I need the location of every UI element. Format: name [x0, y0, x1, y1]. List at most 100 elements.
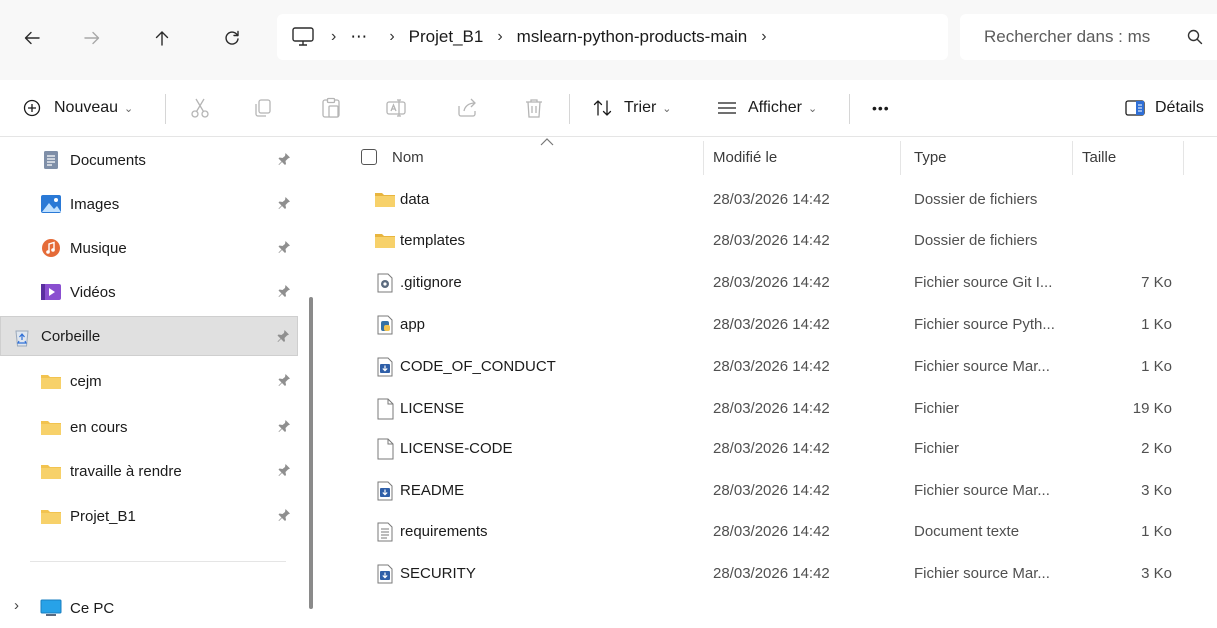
sidebar-item-recycle-bin[interactable]: Corbeille [0, 316, 298, 356]
pin-icon[interactable] [276, 462, 292, 478]
file-row[interactable]: LICENSE-CODE 28/03/2026 14:42 Fichier 2 … [320, 429, 1217, 470]
view-lines-icon [718, 102, 736, 114]
breadcrumb-current-folder[interactable]: mslearn-python-products-main [517, 27, 748, 47]
file-size: 3 Ko [1141, 482, 1172, 499]
navigation-pane: Documents Images Musique Vidéos Corbeill… [0, 137, 320, 628]
column-header-name[interactable]: Nom [392, 137, 424, 177]
file-name: requirements [400, 523, 488, 540]
file-size: 1 Ko [1141, 358, 1172, 375]
file-name: .gitignore [400, 274, 462, 291]
sidebar-item-label: Corbeille [41, 327, 101, 345]
videos-icon [40, 282, 62, 302]
file-row[interactable]: requirements 28/03/2026 14:42 Document t… [320, 512, 1217, 553]
arrow-right-icon [84, 31, 100, 45]
up-button[interactable] [148, 24, 176, 52]
search-box[interactable]: Rechercher dans : ms [960, 14, 1217, 60]
expand-chevron-icon[interactable]: › [14, 597, 19, 614]
more-options-button[interactable]: ••• [872, 80, 890, 136]
file-type: Dossier de fichiers [914, 232, 1038, 249]
address-bar[interactable]: › ⋯ › Projet_B1 › mslearn-python-product… [277, 14, 948, 60]
sidebar-item-videos[interactable]: Vidéos [30, 272, 300, 312]
sidebar-item-en-cours[interactable]: en cours [30, 407, 300, 447]
file-name: README [400, 482, 465, 499]
column-divider[interactable] [703, 141, 704, 175]
column-header-size[interactable]: Taille [1082, 137, 1116, 177]
sidebar-item-travaille-a-rendre[interactable]: travaille à rendre [30, 451, 300, 491]
column-divider[interactable] [1072, 141, 1073, 175]
file-size: 7 Ko [1141, 274, 1172, 291]
sidebar-item-label: cejm [70, 372, 102, 390]
pin-icon[interactable] [276, 507, 292, 523]
file-row[interactable]: templates 28/03/2026 14:42 Dossier de fi… [320, 221, 1217, 262]
folder-icon [40, 371, 62, 391]
breadcrumb-overflow[interactable]: ⋯ [350, 27, 367, 47]
file-size: 1 Ko [1141, 316, 1172, 333]
sidebar-item-cejm[interactable]: cejm [30, 361, 300, 401]
folder-icon [374, 230, 396, 252]
address-row: › ⋯ › Projet_B1 › mslearn-python-product… [0, 0, 1217, 80]
file-type: Fichier [914, 400, 960, 417]
file-date: 28/03/2026 14:42 [713, 523, 830, 540]
details-button[interactable]: Détails [1124, 80, 1204, 136]
sort-button[interactable]: Trier ⌄ [592, 80, 672, 136]
search-icon[interactable] [1186, 28, 1204, 51]
file-date: 28/03/2026 14:42 [713, 565, 830, 582]
sidebar-item-documents[interactable]: Documents [30, 140, 300, 180]
pin-icon[interactable] [276, 239, 292, 255]
pin-icon[interactable] [276, 372, 292, 388]
documents-icon [40, 150, 62, 170]
sidebar-item-music[interactable]: Musique [30, 228, 300, 268]
file-list: Nom Modifié le Type Taille data 28/03/20… [320, 137, 1217, 628]
column-divider[interactable] [900, 141, 901, 175]
file-row[interactable]: SECURITY 28/03/2026 14:42 Fichier source… [320, 554, 1217, 595]
chevron-down-icon: ⌄ [662, 102, 672, 115]
sidebar-item-label: Musique [70, 239, 127, 257]
copy-icon[interactable] [251, 96, 275, 120]
toolbar-divider [569, 94, 570, 124]
sidebar-item-label: travaille à rendre [70, 462, 182, 480]
sidebar-item-images[interactable]: Images [30, 184, 300, 224]
paste-icon[interactable] [319, 96, 343, 120]
file-name: app [400, 316, 426, 333]
column-header-type[interactable]: Type [914, 137, 947, 177]
search-placeholder: Rechercher dans : ms [984, 27, 1151, 46]
chevron-down-icon: ⌄ [124, 102, 134, 115]
select-all-checkbox[interactable] [361, 149, 377, 165]
pin-icon[interactable] [276, 283, 292, 299]
view-button[interactable]: Afficher ⌄ [716, 80, 817, 136]
file-row[interactable]: .gitignore 28/03/2026 14:42 Fichier sour… [320, 263, 1217, 304]
rename-icon[interactable] [384, 96, 408, 120]
pin-icon[interactable] [276, 195, 292, 211]
file-row[interactable]: data 28/03/2026 14:42 Dossier de fichier… [320, 180, 1217, 221]
file-row[interactable]: README 28/03/2026 14:42 Fichier source M… [320, 471, 1217, 512]
sidebar-item-label: Vidéos [70, 283, 116, 301]
toolbar-divider [165, 94, 166, 124]
markdown-file-icon [374, 563, 396, 585]
file-row[interactable]: CODE_OF_CONDUCT 28/03/2026 14:42 Fichier… [320, 347, 1217, 388]
pin-icon[interactable] [276, 151, 292, 167]
file-row[interactable]: app 28/03/2026 14:42 Fichier source Pyth… [320, 305, 1217, 346]
file-name: CODE_OF_CONDUCT [400, 358, 556, 375]
delete-icon[interactable] [522, 96, 546, 120]
sidebar-item-projet-b1[interactable]: Projet_B1 [30, 496, 300, 536]
file-type: Fichier source Git I... [914, 274, 1053, 291]
sidebar-scrollbar[interactable] [309, 297, 313, 609]
file-row[interactable]: LICENSE 28/03/2026 14:42 Fichier 19 Ko [320, 389, 1217, 430]
file-date: 28/03/2026 14:42 [713, 274, 830, 291]
folder-icon [40, 417, 62, 437]
refresh-button[interactable] [218, 24, 246, 52]
breadcrumb-projet-b1[interactable]: Projet_B1 [409, 27, 484, 47]
file-type: Fichier source Pyth... [914, 316, 1055, 333]
share-icon[interactable] [455, 96, 479, 120]
column-header-modified[interactable]: Modifié le [713, 137, 777, 177]
column-divider[interactable] [1183, 141, 1184, 175]
pin-icon[interactable] [276, 418, 292, 434]
back-button[interactable] [18, 24, 46, 52]
forward-button[interactable] [78, 24, 106, 52]
markdown-file-icon [374, 356, 396, 378]
folder-icon [374, 189, 396, 211]
new-button[interactable]: Nouveau ⌄ [22, 80, 133, 136]
pin-icon[interactable] [275, 328, 291, 344]
cut-icon[interactable] [188, 96, 212, 120]
sidebar-item-this-pc[interactable]: › Ce PC [0, 588, 290, 628]
